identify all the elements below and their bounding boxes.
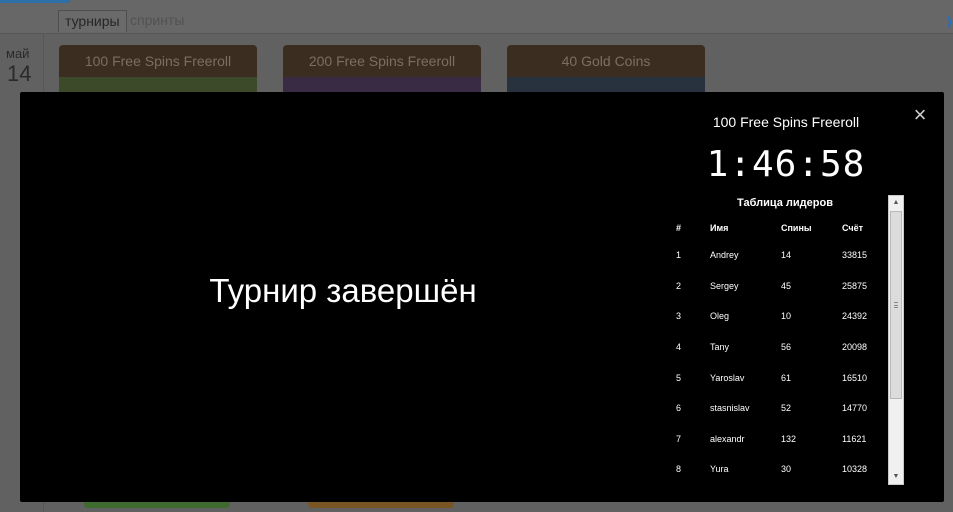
row-score: 24392 — [842, 311, 868, 322]
tournament-card-1[interactable]: 100 Free Spins Freeroll — [59, 45, 257, 93]
leaderboard-row: 7 alexandr 132 11621 — [676, 424, 892, 455]
countdown-timer: 1:46:58 — [706, 144, 866, 185]
row-spins: 52 — [781, 403, 792, 414]
row-score: 25875 — [842, 280, 868, 291]
leaderboard-row: 1 Andrey 14 33815 — [676, 240, 892, 271]
row-rank: 3 — [676, 311, 682, 322]
tournament-card-image — [283, 77, 481, 93]
row-spins: 61 — [781, 372, 792, 383]
leaderboard-row: 5 Yaroslav 61 16510 — [676, 362, 892, 393]
tournament-card-image — [59, 77, 257, 93]
row-rank: 4 — [676, 342, 682, 353]
column-header-name: Имя — [710, 223, 729, 233]
leaderboard-row: 3 Oleg 10 24392 — [676, 301, 892, 332]
top-bar: турниры спринты — [0, 0, 953, 34]
leaderboard-panel: 100 Free Spins Freeroll 1:46:58 Таблица … — [666, 92, 906, 502]
row-score: 16510 — [842, 372, 868, 383]
leaderboard-header-row: # Имя Спины Счёт — [676, 216, 892, 240]
close-icon[interactable]: × — [910, 104, 930, 126]
row-spins: 14 — [781, 250, 792, 261]
scrollbar-thumb[interactable] — [890, 211, 902, 399]
row-score: 11621 — [842, 433, 867, 444]
leaderboard-row: 4 Tany 56 20098 — [676, 332, 892, 363]
progress-accent — [0, 0, 70, 3]
row-player-name: stasnislav — [710, 403, 750, 414]
tab-tournaments[interactable]: турниры — [58, 10, 127, 32]
tournament-card-title: 100 Free Spins Freeroll — [59, 45, 257, 77]
row-spins: 56 — [781, 342, 792, 353]
row-score: 20098 — [842, 342, 868, 353]
tournament-card-title: 40 Gold Coins — [507, 45, 705, 77]
column-header-spins: Спины — [781, 223, 812, 233]
row-player-name: Oleg — [710, 311, 730, 322]
row-player-name: Yaroslav — [710, 372, 745, 383]
column-header-rank: # — [676, 223, 682, 233]
tab-sprints[interactable]: спринты — [124, 10, 190, 32]
row-spins: 45 — [781, 280, 792, 291]
scroll-down-arrow-icon[interactable]: ▼ — [889, 470, 903, 484]
row-rank: 1 — [676, 250, 682, 261]
tournament-finished-text: Турнир завершён — [209, 272, 477, 309]
row-player-name: Andrey — [710, 250, 739, 261]
row-score: 10328 — [842, 464, 868, 475]
row-rank: 6 — [676, 403, 682, 414]
row-spins: 30 — [781, 464, 792, 475]
row-spins: 10 — [781, 311, 792, 322]
row-rank: 8 — [676, 464, 682, 475]
scroll-up-arrow-icon[interactable]: ▲ — [889, 196, 903, 210]
tournament-card-title: 200 Free Spins Freeroll — [283, 45, 481, 77]
row-player-name: alexandr — [710, 433, 745, 444]
date-day: 14 — [7, 61, 32, 86]
column-header-score: Счёт — [842, 223, 864, 233]
row-rank: 5 — [676, 372, 682, 383]
tournament-modal: Турнир завершён × 100 Free Spins Freerol… — [20, 92, 944, 502]
row-score: 33815 — [842, 250, 868, 261]
row-rank: 2 — [676, 280, 682, 291]
row-rank: 7 — [676, 433, 682, 444]
leaderboard-row: 6 stasnislav 52 14770 — [676, 393, 892, 424]
scrollbar-grip-icon — [894, 302, 898, 308]
leaderboard-scrollbar[interactable]: ▲ ▼ — [888, 195, 904, 485]
date-month: май — [6, 46, 30, 61]
leaderboard-title: Таблица лидеров — [737, 197, 833, 209]
row-spins: 132 — [781, 433, 797, 444]
row-player-name: Tany — [710, 342, 730, 353]
leaderboard-table: # Имя Спины Счёт 1 Andrey 14 33815 2 Sergey 45… — [676, 216, 892, 485]
leaderboard-row: 2 Sergey 45 25875 — [676, 271, 892, 302]
leaderboard-rows: 1 Andrey 14 33815 2 Sergey 45 25875 3 Oleg 10 24392… — [676, 240, 892, 485]
row-player-name: Yura — [710, 464, 729, 475]
tournament-card-image — [507, 77, 705, 93]
leaderboard-row: 8 Yura 30 10328 — [676, 454, 892, 485]
tournament-name: 100 Free Spins Freeroll — [712, 114, 860, 130]
row-score: 14770 — [842, 403, 868, 414]
tournament-card-3[interactable]: 40 Gold Coins — [507, 45, 705, 93]
tournament-card-2[interactable]: 200 Free Spins Freeroll — [283, 45, 481, 93]
loading-spinner-icon — [935, 14, 951, 30]
row-player-name: Sergey — [710, 280, 739, 291]
